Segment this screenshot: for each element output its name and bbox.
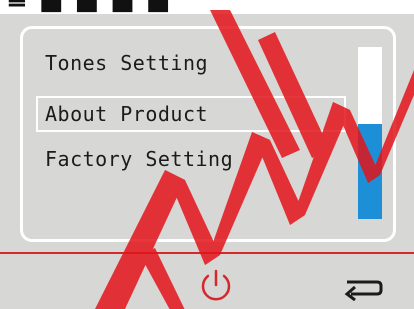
power-icon[interactable] xyxy=(198,267,234,303)
menu-item-factory-setting[interactable]: Factory Setting xyxy=(45,147,233,171)
footer-divider xyxy=(0,252,414,254)
menu-panel: Tones Setting About Product Factory Sett… xyxy=(20,26,396,242)
scrollbar-thumb[interactable] xyxy=(358,124,382,219)
device-screen: Tones Setting About Product Factory Sett… xyxy=(0,14,414,309)
scrollbar[interactable] xyxy=(358,47,382,219)
back-arrow-icon[interactable] xyxy=(343,273,385,301)
cropped-header: ≡ ■ ■ ■ ■ xyxy=(0,0,414,14)
menu-item-tones-setting[interactable]: Tones Setting xyxy=(45,51,208,75)
cropped-header-text: ≡ ■ ■ ■ ■ xyxy=(6,0,171,14)
menu-item-about-product[interactable]: About Product xyxy=(36,96,346,132)
